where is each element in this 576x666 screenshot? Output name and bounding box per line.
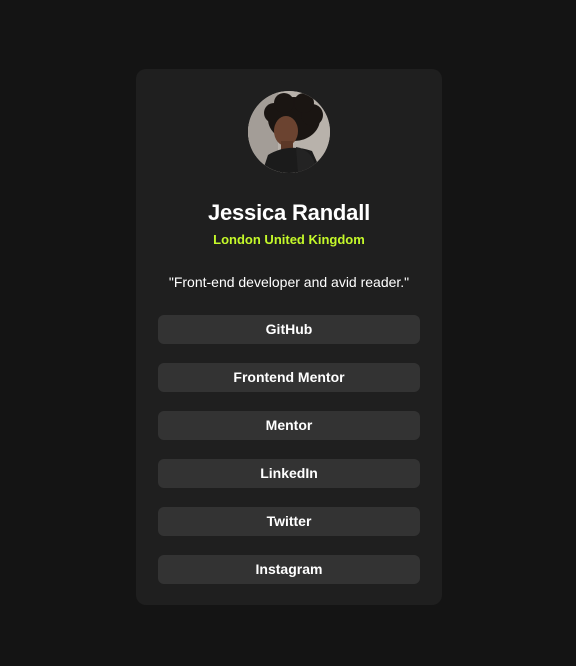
linkedin-link-button[interactable]: LinkedIn — [158, 459, 420, 488]
social-links: GitHub Frontend Mentor Mentor LinkedIn T… — [158, 315, 420, 603]
profile-card: Jessica Randall London United Kingdom "F… — [136, 69, 442, 605]
mentor-link-button[interactable]: Mentor — [158, 411, 420, 440]
profile-bio: "Front-end developer and avid reader." — [168, 274, 410, 290]
profile-location: London United Kingdom — [213, 232, 365, 247]
instagram-link-button[interactable]: Instagram — [158, 555, 420, 584]
github-link-button[interactable]: GitHub — [158, 315, 420, 344]
avatar — [248, 91, 330, 173]
frontend-mentor-link-button[interactable]: Frontend Mentor — [158, 363, 420, 392]
twitter-link-button[interactable]: Twitter — [158, 507, 420, 536]
profile-name: Jessica Randall — [207, 200, 371, 225]
avatar-photo-icon — [248, 91, 330, 173]
